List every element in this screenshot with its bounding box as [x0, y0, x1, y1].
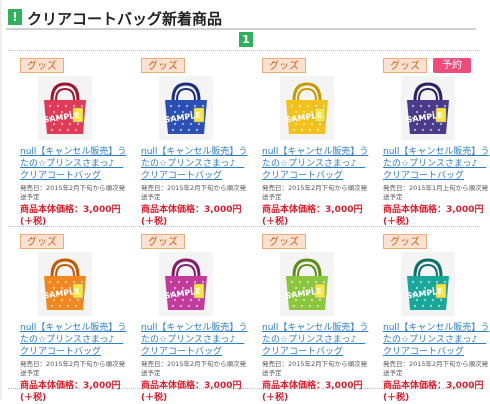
product-name-link[interactable]: null【キャンセル販売】うたの☆プリンスさまっ♪ クリアコートバッグ — [141, 322, 251, 358]
product-price: 商品本体価格：3,000円(＋税) — [20, 381, 121, 403]
product-price: 商品本体価格：3,000円(＋税) — [383, 205, 484, 227]
category-badge: グッズ — [141, 58, 185, 73]
product-card[interactable]: グッズ SAMPLE null【キャンセル販売】うたの☆プリンスさまっ♪ クリア… — [141, 234, 251, 403]
product-card[interactable]: グッズ SAMPLE null【キャンセル販売】うたの☆プリンスさまっ♪ クリア… — [20, 234, 130, 403]
product-name-link[interactable]: null【キャンセル販売】うたの☆プリンスさまっ♪ クリアコートバッグ — [20, 146, 130, 182]
product-image[interactable]: SAMPLE — [38, 76, 92, 140]
product-image[interactable]: SAMPLE — [159, 252, 213, 316]
product-card[interactable]: グッズ SAMPLE null【キャンセル販売】うたの☆プリンスさまっ♪ クリア… — [20, 58, 130, 227]
alert-icon: ! — [8, 9, 22, 25]
category-badge: グッズ — [20, 234, 64, 249]
category-badge: グッズ — [262, 58, 306, 73]
product-image[interactable]: SAMPLE — [401, 252, 455, 316]
product-name-link[interactable]: null【キャンセル販売】うたの☆プリンスさまっ♪ クリアコートバッグ — [262, 146, 372, 182]
product-price: 商品本体価格：3,000円(＋税) — [262, 205, 363, 227]
release-date-text: 発売日：2015年1月上旬から順次発送予定 — [383, 184, 489, 201]
page-number-current[interactable]: 1 — [239, 32, 253, 47]
preorder-badge: 予約 — [433, 58, 471, 73]
release-date-text: 発売日：2015年2月下旬から順次発送予定 — [20, 360, 126, 377]
product-name-link[interactable]: null【キャンセル販売】うたの☆プリンスさまっ♪ クリアコートバッグ — [383, 322, 490, 358]
category-badge: グッズ — [20, 58, 64, 73]
product-price: 商品本体価格：3,000円(＋税) — [262, 381, 363, 403]
header-divider — [6, 28, 476, 30]
product-image[interactable]: SAMPLE — [401, 76, 455, 140]
release-date-text: 発売日：2015年2月下旬から順次発送予定 — [262, 184, 368, 201]
product-image[interactable]: SAMPLE — [38, 252, 92, 316]
release-date-text: 発売日：2015年2月下旬から順次発送予定 — [141, 360, 247, 377]
product-name-link[interactable]: null【キャンセル販売】うたの☆プリンスさまっ♪ クリアコートバッグ — [20, 322, 130, 358]
product-price: 商品本体価格：3,000円(＋税) — [383, 381, 484, 403]
product-image[interactable]: SAMPLE — [280, 76, 334, 140]
left-edge — [0, 0, 2, 400]
product-card[interactable]: グッズ SAMPLE null【キャンセル販売】うたの☆プリンスさまっ♪ クリア… — [262, 58, 372, 227]
product-card[interactable]: グッズ SAMPLE null【キャンセル販売】うたの☆プリンスさまっ♪ クリア… — [262, 234, 372, 403]
product-name-link[interactable]: null【キャンセル販売】うたの☆プリンスさまっ♪ クリアコートバッグ — [262, 322, 372, 358]
release-date-text: 発売日：2015年2月下旬から順次発送予定 — [383, 360, 489, 377]
product-name-link[interactable]: null【キャンセル販売】うたの☆プリンスさまっ♪ クリアコートバッグ — [141, 146, 251, 182]
product-card[interactable]: グッズ 予約 SAMPLE null【キャンセル販売】うたの☆プリンスさまっ♪ ク… — [383, 58, 490, 227]
product-image[interactable]: SAMPLE — [159, 76, 213, 140]
product-name-link[interactable]: null【キャンセル販売】うたの☆プリンスさまっ♪ クリアコートバッグ — [383, 146, 490, 182]
release-date-text: 発売日：2015年2月下旬から順次発送予定 — [262, 360, 368, 377]
product-card[interactable]: グッズ SAMPLE null【キャンセル販売】うたの☆プリンスさまっ♪ クリア… — [141, 58, 251, 227]
divider-top — [8, 50, 480, 51]
release-date-text: 発売日：2015年2月下旬から順次発送予定 — [20, 184, 126, 201]
category-badge: グッズ — [383, 58, 427, 73]
section-title: クリアコートバッグ新着商品 — [27, 10, 223, 28]
category-badge: グッズ — [262, 234, 306, 249]
category-badge: グッズ — [141, 234, 185, 249]
category-badge: グッズ — [383, 234, 427, 249]
product-price: 商品本体価格：3,000円(＋税) — [141, 381, 242, 403]
product-price: 商品本体価格：3,000円(＋税) — [20, 205, 121, 227]
product-card[interactable]: グッズ SAMPLE null【キャンセル販売】うたの☆プリンスさまっ♪ クリア… — [383, 234, 490, 403]
product-price: 商品本体価格：3,000円(＋税) — [141, 205, 242, 227]
section-header: ! クリアコートバッグ新着商品 — [6, 6, 476, 30]
product-image[interactable]: SAMPLE — [280, 252, 334, 316]
release-date-text: 発売日：2015年2月下旬から順次発送予定 — [141, 184, 247, 201]
